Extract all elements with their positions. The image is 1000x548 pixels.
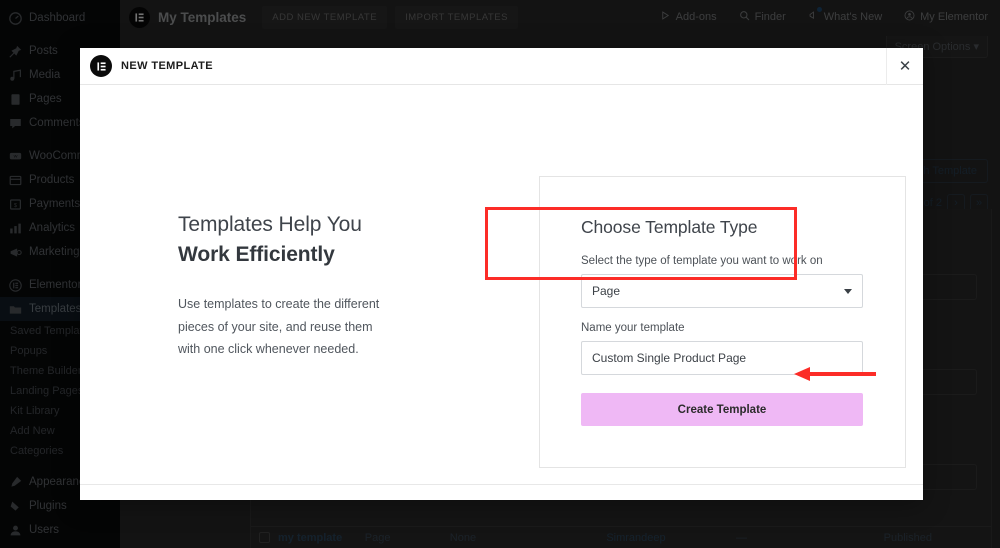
card-title: Choose Template Type — [581, 217, 758, 237]
template-type-card: Choose Template Type Select the type of … — [539, 176, 906, 468]
elementor-logo-icon — [90, 55, 112, 77]
new-template-modal: NEW TEMPLATE ✕ Templates Help You Work E… — [80, 47, 923, 500]
template-type-select[interactable]: Page — [581, 274, 863, 308]
promo-body: Use templates to create the different pi… — [178, 297, 380, 356]
promo-heading-line2: Work Efficiently — [178, 242, 335, 266]
template-type-field: Select the type of template you want to … — [581, 255, 863, 308]
promo-section: Templates Help You Work Efficiently Use … — [80, 210, 460, 360]
screen: Dashboard Posts Media Pages — [0, 0, 1000, 548]
template-name-label: Name your template — [581, 322, 685, 334]
template-type-value: Page — [592, 284, 621, 298]
promo-heading-line1: Templates Help You — [178, 212, 362, 236]
close-button[interactable]: ✕ — [886, 47, 923, 85]
create-template-button[interactable]: Create Template — [581, 393, 863, 426]
chevron-down-icon — [844, 288, 852, 294]
close-icon: ✕ — [898, 58, 912, 75]
promo-heading: Templates Help You Work Efficiently — [178, 210, 440, 270]
modal-body: Templates Help You Work Efficiently Use … — [80, 85, 923, 500]
modal-header: NEW TEMPLATE ✕ — [80, 47, 923, 85]
modal-title: NEW TEMPLATE — [121, 60, 213, 72]
modal-footer-divider — [80, 484, 923, 485]
annotation-arrow — [794, 367, 876, 381]
template-type-label: Select the type of template you want to … — [581, 255, 823, 267]
